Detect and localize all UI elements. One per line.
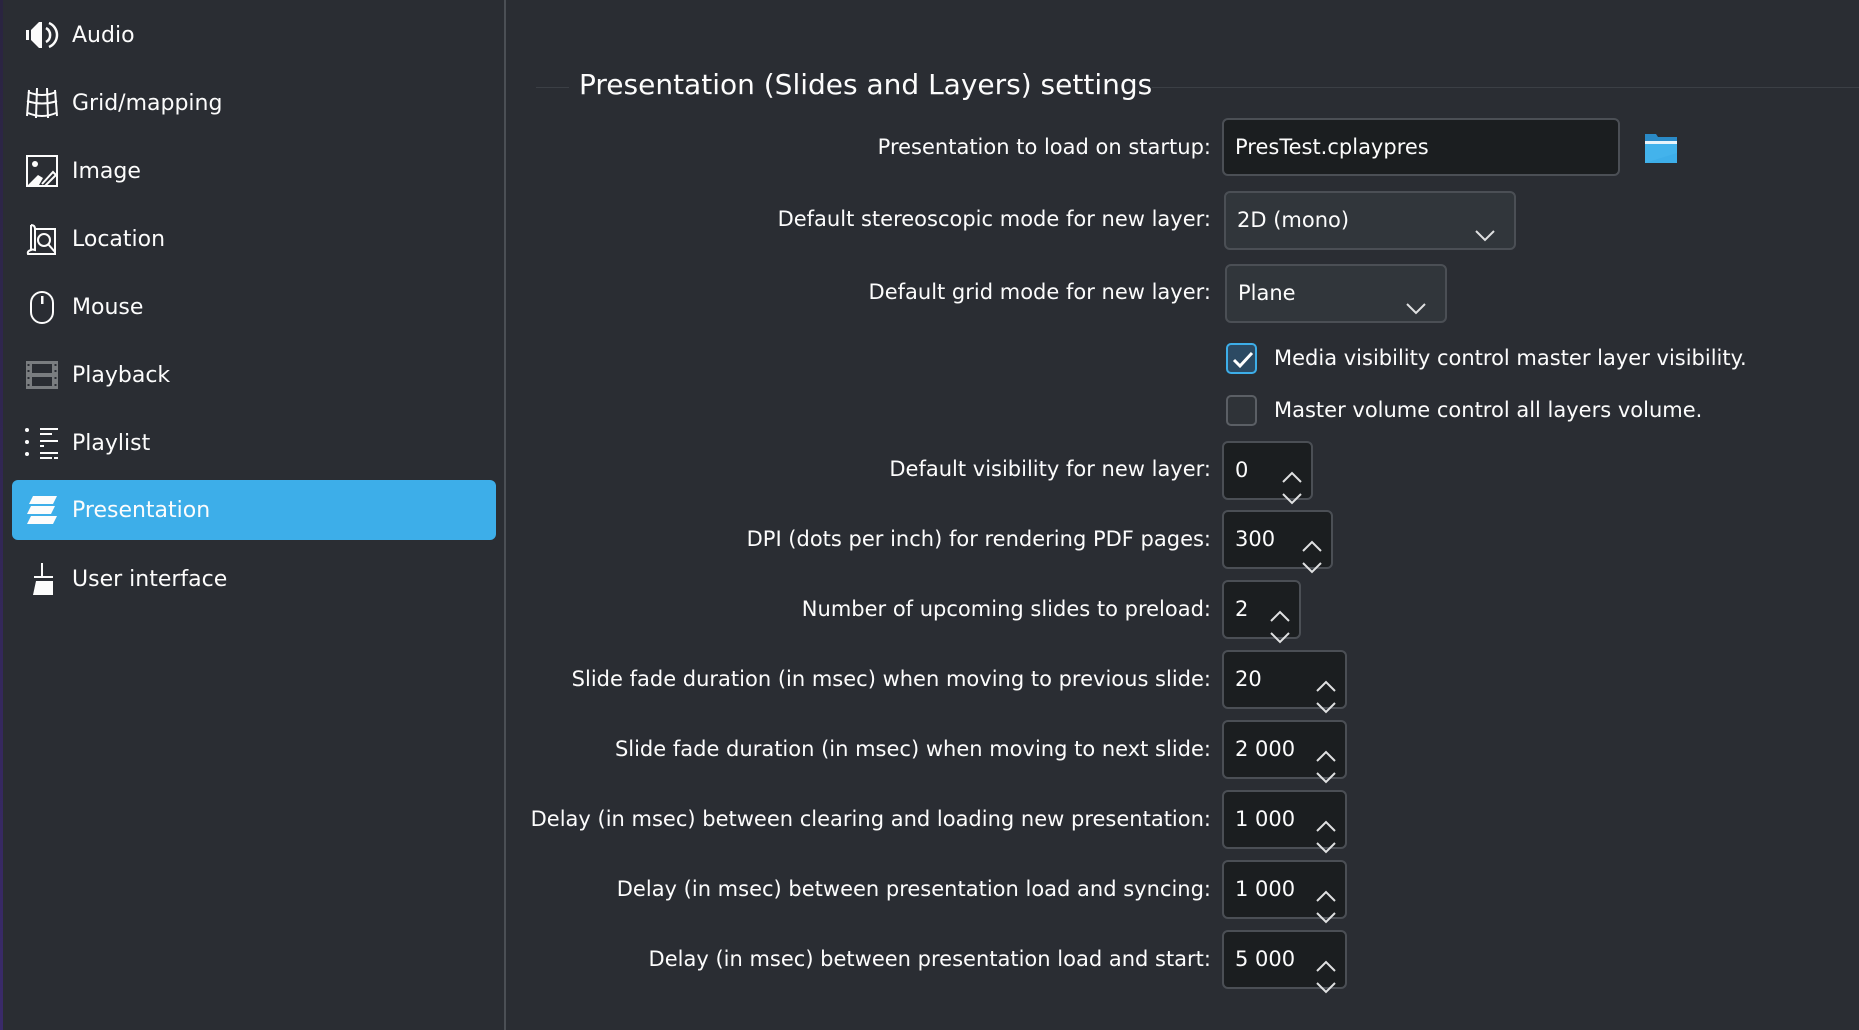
master-volume-checkbox-row[interactable]: Master volume control all layers volume. xyxy=(1226,394,1702,426)
spinbox-value[interactable]: 2 000 xyxy=(1235,737,1295,761)
spinbox-value[interactable]: 2 xyxy=(1235,597,1248,621)
clear-load-delay-label: Delay (in msec) between clearing and loa… xyxy=(530,807,1211,831)
grid-mode-label: Default grid mode for new layer: xyxy=(868,280,1211,304)
sidebar-item-image[interactable]: Image xyxy=(12,141,496,201)
master-volume-checkbox[interactable] xyxy=(1226,394,1257,426)
stereo-mode-select[interactable]: 2D (mono) xyxy=(1224,191,1516,250)
spinbox-value[interactable]: 0 xyxy=(1235,458,1248,482)
chevron-down-icon[interactable] xyxy=(1269,612,1291,644)
checkmark-icon xyxy=(1232,351,1254,368)
fade-previous-label: Slide fade duration (in msec) when movin… xyxy=(571,667,1211,691)
sidebar-item-label: Mouse xyxy=(72,294,144,320)
sidebar-item-label: Audio xyxy=(72,22,135,48)
fade-next-spinbox[interactable]: 2 000 xyxy=(1222,720,1347,784)
spinbox-value[interactable]: 20 xyxy=(1235,667,1262,691)
groupbox-frame xyxy=(536,87,569,88)
brush-icon xyxy=(25,562,59,596)
chevron-up-icon[interactable] xyxy=(1315,940,1337,972)
playlist-icon xyxy=(25,426,59,460)
dpi-label: DPI (dots per inch) for rendering PDF pa… xyxy=(746,527,1211,551)
checkbox-label: Media visibility control master layer vi… xyxy=(1274,346,1747,370)
dpi-spinbox[interactable]: 300 xyxy=(1222,510,1333,574)
preload-spinbox[interactable]: 2 xyxy=(1222,580,1301,644)
chevron-down-icon[interactable] xyxy=(1301,542,1323,574)
sidebar-item-mouse[interactable]: Mouse xyxy=(12,277,496,337)
sidebar-item-label: Grid/mapping xyxy=(72,90,223,116)
chevron-up-icon[interactable] xyxy=(1269,590,1291,622)
sidebar-item-label: Playback xyxy=(72,362,171,388)
location-map-search-icon xyxy=(25,222,59,256)
sidebar-item-grid-mapping[interactable]: Grid/mapping xyxy=(12,73,496,133)
load-start-delay-label: Delay (in msec) between presentation loa… xyxy=(648,947,1211,971)
sidebar-item-label: Location xyxy=(72,226,166,252)
startup-presentation-input[interactable]: PresTest.cplaypres xyxy=(1222,118,1620,176)
grid-mode-value: Plane xyxy=(1238,281,1296,305)
speaker-icon xyxy=(25,18,59,52)
spinbox-value[interactable]: 1 000 xyxy=(1235,877,1295,901)
load-start-delay-spinbox[interactable]: 5 000 xyxy=(1222,930,1347,994)
preload-label: Number of upcoming slides to preload: xyxy=(801,597,1211,621)
chevron-down-icon[interactable] xyxy=(1315,892,1337,924)
layers-icon xyxy=(25,493,59,527)
sidebar-item-label: Image xyxy=(72,158,141,184)
sidebar-item-user-interface[interactable]: User interface xyxy=(12,549,496,609)
chevron-up-icon[interactable] xyxy=(1315,800,1337,832)
stereo-mode-value: 2D (mono) xyxy=(1237,208,1350,232)
sidebar-item-playback[interactable]: Playback xyxy=(12,345,496,405)
media-visibility-checkbox-row[interactable]: Media visibility control master layer vi… xyxy=(1226,342,1747,374)
chevron-up-icon[interactable] xyxy=(1301,520,1323,552)
chevron-down-icon[interactable] xyxy=(1315,822,1337,854)
fade-previous-spinbox[interactable]: 20 xyxy=(1222,650,1347,714)
browse-button[interactable] xyxy=(1644,131,1678,165)
media-visibility-checkbox[interactable] xyxy=(1226,342,1257,374)
chevron-up-icon[interactable] xyxy=(1315,660,1337,692)
spinbox-value[interactable]: 1 000 xyxy=(1235,807,1295,831)
sidebar-item-presentation[interactable]: Presentation xyxy=(12,480,496,540)
chevron-down-icon[interactable] xyxy=(1315,962,1337,994)
default-visibility-label: Default visibility for new layer: xyxy=(889,457,1211,481)
group-title: Presentation (Slides and Layers) setting… xyxy=(579,68,1153,101)
chevron-down-icon xyxy=(1405,284,1427,315)
chevron-down-icon[interactable] xyxy=(1281,473,1303,505)
groupbox-frame xyxy=(1152,87,1859,88)
chevron-up-icon[interactable] xyxy=(1315,870,1337,902)
stereo-mode-label: Default stereoscopic mode for new layer: xyxy=(777,207,1211,231)
settings-page: Presentation (Slides and Layers) setting… xyxy=(506,0,1859,1030)
folder-icon xyxy=(1644,134,1678,169)
chevron-up-icon[interactable] xyxy=(1281,451,1303,483)
default-visibility-spinbox[interactable]: 0 xyxy=(1222,441,1313,505)
mouse-icon xyxy=(25,290,59,324)
sidebar-item-location[interactable]: Location xyxy=(12,209,496,269)
sidebar-item-label: Playlist xyxy=(72,430,151,456)
checkbox-label: Master volume control all layers volume. xyxy=(1274,398,1703,422)
image-icon xyxy=(25,154,59,188)
chevron-down-icon xyxy=(1474,211,1496,242)
chevron-down-icon[interactable] xyxy=(1315,682,1337,714)
load-sync-delay-label: Delay (in msec) between presentation loa… xyxy=(616,877,1211,901)
sidebar-item-label: Presentation xyxy=(72,497,211,523)
chevron-up-icon[interactable] xyxy=(1315,730,1337,762)
startup-label: Presentation to load on startup: xyxy=(877,135,1211,159)
grid-mapping-icon xyxy=(25,86,59,120)
film-strip-icon xyxy=(25,358,59,392)
sidebar-item-label: User interface xyxy=(72,566,228,592)
spinbox-value[interactable]: 5 000 xyxy=(1235,947,1295,971)
settings-sidebar: Audio Grid/mapping Image Location Mouse … xyxy=(3,0,504,1030)
clear-load-delay-spinbox[interactable]: 1 000 xyxy=(1222,790,1347,854)
sidebar-item-playlist[interactable]: Playlist xyxy=(12,413,496,473)
fade-next-label: Slide fade duration (in msec) when movin… xyxy=(614,737,1211,761)
sidebar-item-audio[interactable]: Audio xyxy=(12,5,496,65)
chevron-down-icon[interactable] xyxy=(1315,752,1337,784)
spinbox-value[interactable]: 300 xyxy=(1235,527,1275,551)
load-sync-delay-spinbox[interactable]: 1 000 xyxy=(1222,860,1347,924)
grid-mode-select[interactable]: Plane xyxy=(1225,264,1447,323)
